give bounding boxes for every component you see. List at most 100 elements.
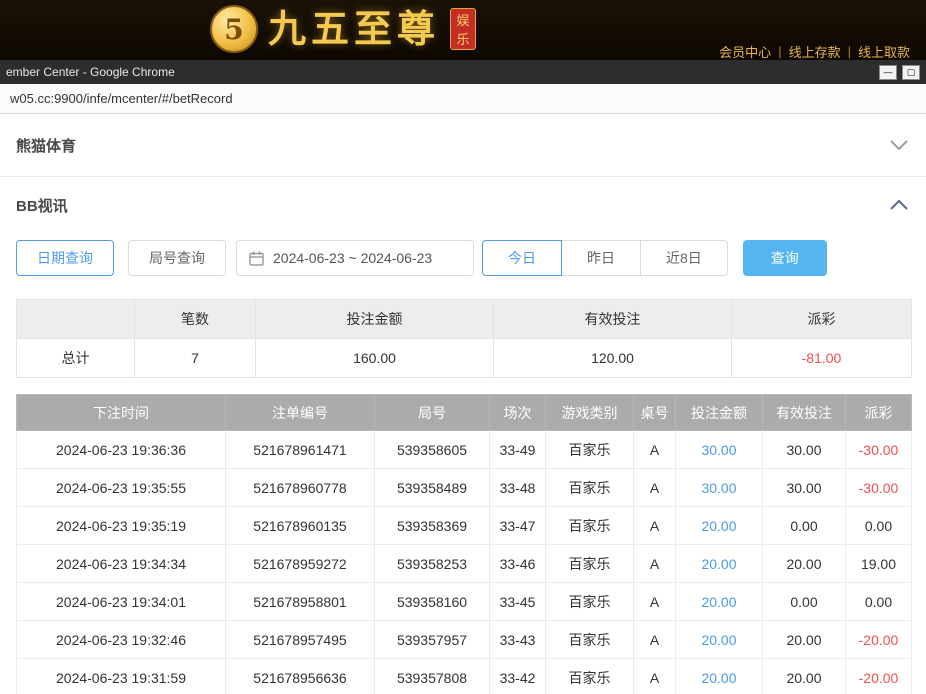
cell-amount[interactable]: 30.00 — [676, 431, 763, 469]
cell-game: 百家乐 — [546, 507, 634, 545]
cell-time: 2024-06-23 19:31:59 — [17, 659, 226, 694]
bet-table-body: 2024-06-23 19:36:36521678961471539358605… — [17, 431, 912, 694]
url-bar[interactable]: w05.cc:9900/infe/mcenter/#/betRecord — [0, 84, 926, 114]
cell-session: 33-43 — [490, 621, 546, 659]
cell-round: 539358605 — [375, 431, 490, 469]
summary-header-row: 笔数 投注金额 有效投注 派彩 — [17, 300, 912, 339]
cell-amount[interactable]: 20.00 — [676, 659, 763, 694]
cell-round: 539358160 — [375, 583, 490, 621]
col-session: 场次 — [490, 395, 546, 431]
window-titlebar[interactable]: ember Center - Google Chrome — ▢ — [0, 60, 926, 84]
col-bet-amount: 投注金额 — [676, 395, 763, 431]
cell-payout: -30.00 — [846, 469, 912, 507]
window-controls: — ▢ — [879, 65, 920, 80]
cell-game: 百家乐 — [546, 583, 634, 621]
summary-payout: -81.00 — [732, 339, 912, 378]
cell-session: 33-49 — [490, 431, 546, 469]
cell-amount[interactable]: 20.00 — [676, 621, 763, 659]
chevron-down-icon[interactable] — [890, 140, 908, 150]
cell-round: 539358489 — [375, 469, 490, 507]
cell-bet_id: 521678957495 — [226, 621, 375, 659]
cell-valid: 20.00 — [763, 545, 846, 583]
col-game-type: 游戏类别 — [546, 395, 634, 431]
table-row: 2024-06-23 19:36:36521678961471539358605… — [17, 431, 912, 469]
cell-payout: -20.00 — [846, 621, 912, 659]
cell-bet_id: 521678960135 — [226, 507, 375, 545]
site-logo-text: 九五至尊 — [268, 5, 440, 53]
maximize-button[interactable]: ▢ — [902, 65, 920, 80]
url-text[interactable]: w05.cc:9900/infe/mcenter/#/betRecord — [10, 91, 233, 106]
cell-valid: 20.00 — [763, 659, 846, 694]
summary-total-row: 总计 7 160.00 120.00 -81.00 — [17, 339, 912, 378]
cell-bet_id: 521678959272 — [226, 545, 375, 583]
col-bet-time: 下注时间 — [17, 395, 226, 431]
cell-round: 539358369 — [375, 507, 490, 545]
cell-payout: -30.00 — [846, 431, 912, 469]
table-row: 2024-06-23 19:34:01521678958801539358160… — [17, 583, 912, 621]
summary-count: 7 — [135, 339, 256, 378]
minimize-button[interactable]: — — [879, 65, 897, 80]
cell-time: 2024-06-23 19:32:46 — [17, 621, 226, 659]
nav-member-center[interactable]: 会员中心 — [719, 42, 771, 61]
date-query-button[interactable]: 日期查询 — [16, 240, 114, 276]
window-title: ember Center - Google Chrome — [6, 65, 175, 79]
nav-online-withdraw[interactable]: 线上取款 — [858, 42, 910, 61]
search-button[interactable]: 查询 — [743, 240, 827, 276]
date-range-input[interactable]: 2024-06-23 ~ 2024-06-23 — [236, 240, 474, 276]
table-row: 2024-06-23 19:31:59521678956636539357808… — [17, 659, 912, 694]
cell-amount[interactable]: 20.00 — [676, 507, 763, 545]
cell-bet_id: 521678958801 — [226, 583, 375, 621]
table-row: 2024-06-23 19:35:19521678960135539358369… — [17, 507, 912, 545]
chevron-up-icon[interactable] — [890, 200, 908, 210]
nav-online-deposit[interactable]: 线上存款 — [789, 42, 841, 61]
col-table-no: 桌号 — [634, 395, 676, 431]
nav-divider: | — [778, 44, 781, 59]
cell-amount[interactable]: 20.00 — [676, 583, 763, 621]
cell-session: 33-42 — [490, 659, 546, 694]
date-range-value: 2024-06-23 ~ 2024-06-23 — [273, 250, 432, 266]
cell-table_no: A — [634, 583, 676, 621]
cell-valid: 0.00 — [763, 583, 846, 621]
section-panda-sports[interactable]: 熊猫体育 — [0, 114, 926, 177]
cell-table_no: A — [634, 659, 676, 694]
summary-header-count: 笔数 — [135, 300, 256, 339]
cell-bet_id: 521678956636 — [226, 659, 375, 694]
col-round-number: 局号 — [375, 395, 490, 431]
section-bb-video[interactable]: BB视讯 — [0, 177, 926, 233]
cell-bet_id: 521678961471 — [226, 431, 375, 469]
cell-amount[interactable]: 20.00 — [676, 545, 763, 583]
summary-total-label: 总计 — [17, 339, 135, 378]
round-query-button[interactable]: 局号查询 — [128, 240, 226, 276]
cell-time: 2024-06-23 19:36:36 — [17, 431, 226, 469]
summary-header-payout: 派彩 — [732, 300, 912, 339]
yesterday-button[interactable]: 昨日 — [561, 240, 641, 276]
site-logo: 5 九五至尊 娱乐 — [210, 5, 476, 53]
cell-time: 2024-06-23 19:35:19 — [17, 507, 226, 545]
cell-session: 33-46 — [490, 545, 546, 583]
cell-time: 2024-06-23 19:34:34 — [17, 545, 226, 583]
col-valid-bet: 有效投注 — [763, 395, 846, 431]
cell-round: 539358253 — [375, 545, 490, 583]
summary-header-valid-bet: 有效投注 — [494, 300, 732, 339]
last8days-button[interactable]: 近8日 — [640, 240, 728, 276]
cell-table_no: A — [634, 507, 676, 545]
cell-game: 百家乐 — [546, 545, 634, 583]
entertainment-badge: 娱乐 — [450, 8, 476, 50]
cell-bet_id: 521678960778 — [226, 469, 375, 507]
calendar-icon — [249, 251, 264, 266]
cell-table_no: A — [634, 621, 676, 659]
cell-amount[interactable]: 30.00 — [676, 469, 763, 507]
today-button[interactable]: 今日 — [482, 240, 562, 276]
cell-round: 539357808 — [375, 659, 490, 694]
table-row: 2024-06-23 19:35:55521678960778539358489… — [17, 469, 912, 507]
bet-table-header-row: 下注时间 注单编号 局号 场次 游戏类别 桌号 投注金额 有效投注 派彩 — [17, 395, 912, 431]
cell-payout: 0.00 — [846, 583, 912, 621]
bet-record-table: 下注时间 注单编号 局号 场次 游戏类别 桌号 投注金额 有效投注 派彩 202… — [16, 394, 912, 694]
cell-session: 33-45 — [490, 583, 546, 621]
cell-game: 百家乐 — [546, 431, 634, 469]
cell-payout: 0.00 — [846, 507, 912, 545]
summary-header-bet-amount: 投注金额 — [256, 300, 494, 339]
cell-game: 百家乐 — [546, 469, 634, 507]
cell-time: 2024-06-23 19:34:01 — [17, 583, 226, 621]
coin-number: 5 — [224, 13, 243, 46]
